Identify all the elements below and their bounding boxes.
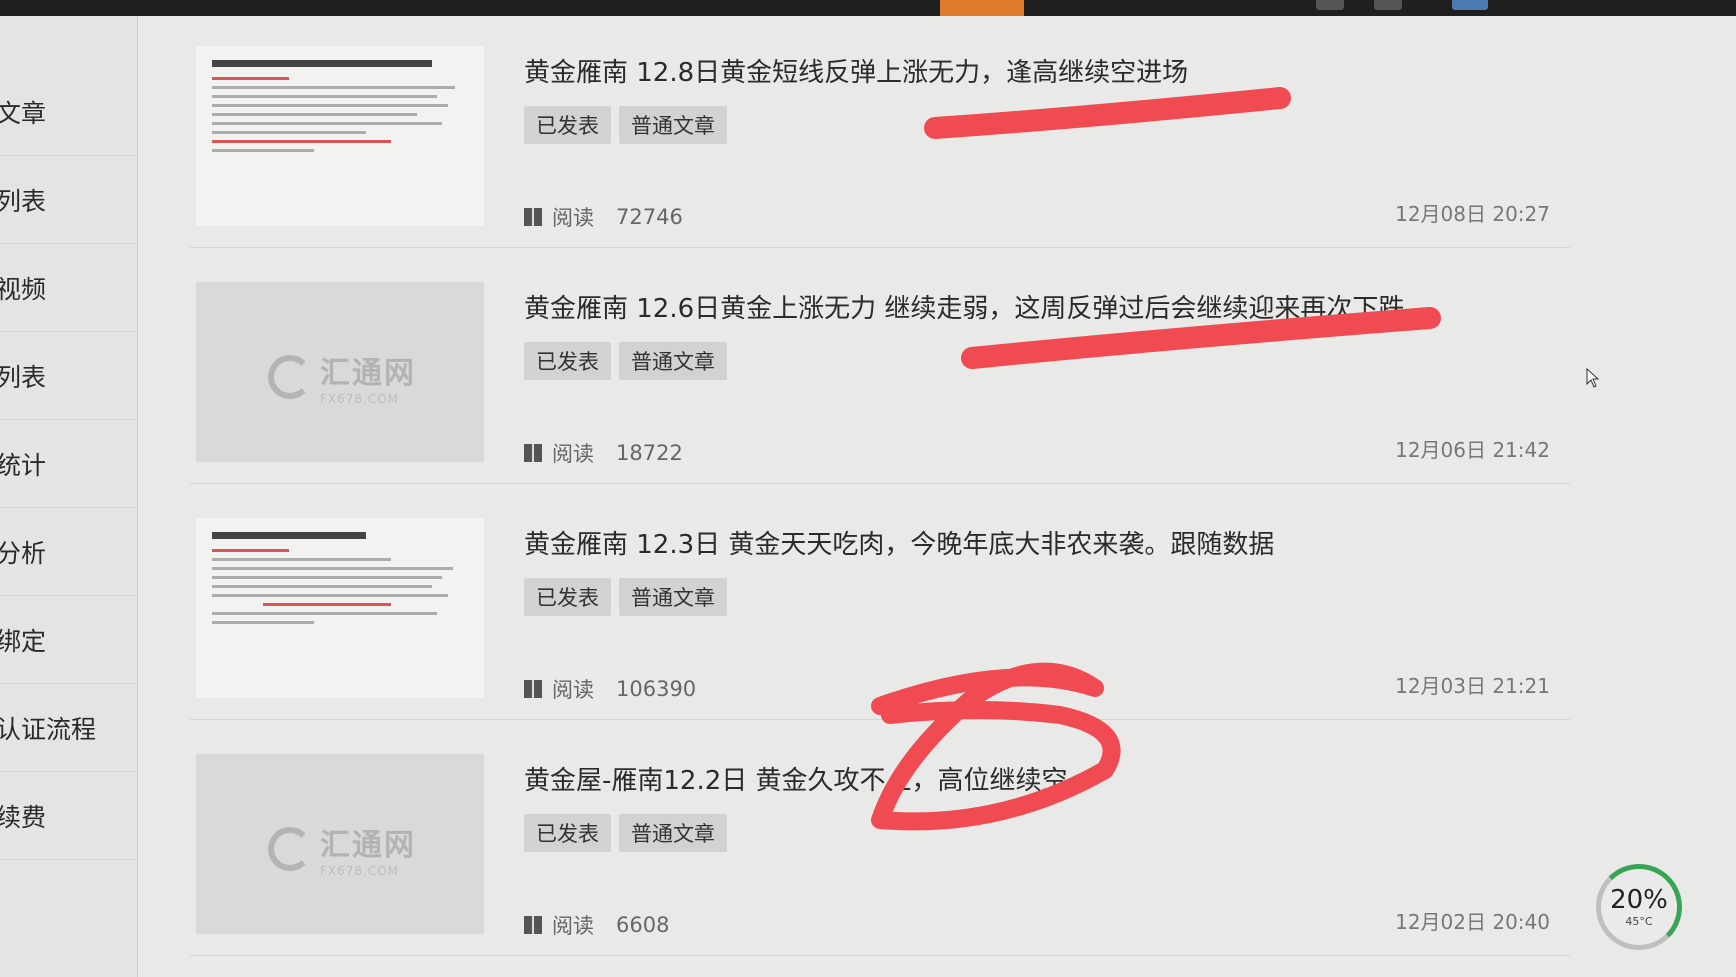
- doc-line: [212, 576, 443, 579]
- doc-line: [212, 549, 289, 552]
- logo-name: 汇通网: [320, 828, 416, 863]
- article-date: 12月02日 20:40: [1395, 910, 1550, 934]
- doc-line: [212, 594, 448, 597]
- view-count: 18722: [616, 441, 683, 465]
- sidebar: 文章 列表 视频 列表 统计 分析 绑定 认证流程 续费: [0, 16, 138, 977]
- logo-domain: FX678.COM: [320, 864, 400, 878]
- doc-line: [212, 122, 443, 125]
- doc-line: [212, 140, 392, 143]
- book-icon: [524, 916, 542, 934]
- status-badge: 已发表: [524, 342, 611, 380]
- sidebar-item-verification[interactable]: 认证流程: [0, 684, 136, 772]
- sidebar-item-analysis[interactable]: 分析: [0, 508, 136, 596]
- article-date: 12月06日 21:42: [1395, 438, 1550, 462]
- article-date: 12月08日 20:27: [1395, 202, 1550, 226]
- temperature: 45°C: [1625, 915, 1653, 928]
- cpu-percent: 20%: [1610, 885, 1668, 915]
- doc-line: [212, 131, 366, 134]
- type-badge: 普通文章: [619, 106, 727, 144]
- top-bar: [0, 0, 1736, 16]
- avatar[interactable]: [1452, 0, 1488, 10]
- logo: 汇通网 FX678.COM: [268, 820, 416, 878]
- doc-line: [212, 621, 315, 624]
- sidebar-item-list[interactable]: 列表: [0, 156, 136, 244]
- article-thumbnail[interactable]: 汇通网 FX678.COM: [196, 754, 484, 934]
- sidebar-item-label: 列表: [0, 362, 47, 392]
- article-title[interactable]: 黄金雁南 12.3日 黄金天天吃肉，今晚年底大非农来袭。跟随数据: [524, 524, 1274, 561]
- sidebar-item-stats[interactable]: 统计: [0, 420, 136, 508]
- type-badge: 普通文章: [619, 578, 727, 616]
- article-title[interactable]: 黄金雁南 12.8日黄金短线反弹上涨无力，逢高继续空进场: [524, 52, 1188, 89]
- book-icon: [524, 208, 542, 226]
- article-title[interactable]: 黄金屋-雁南12.2日 黄金久攻不上，高位继续空: [524, 760, 1068, 797]
- sidebar-item-label: 视频: [0, 274, 47, 304]
- article-date: 12月03日 21:21: [1395, 674, 1550, 698]
- article-row[interactable]: 汇通网 FX678.COM 黄金屋-雁南12.2日 黄金久攻不上，高位继续空 已…: [190, 734, 1570, 956]
- article-row[interactable]: 汇通网 FX678.COM 黄金雁南 12.6日黄金上涨无力 继续走弱，这周反弹…: [190, 262, 1570, 484]
- sidebar-item-binding[interactable]: 绑定: [0, 596, 136, 684]
- sidebar-item-video[interactable]: 视频: [0, 244, 136, 332]
- logo-swirl-icon: [268, 355, 312, 399]
- sidebar-item-renewal[interactable]: 续费: [0, 772, 136, 860]
- article-thumbnail[interactable]: [196, 518, 484, 698]
- status-badge: 已发表: [524, 578, 611, 616]
- read-label: 阅读: [552, 442, 594, 466]
- doc-line: [212, 585, 433, 588]
- sidebar-item-label: 列表: [0, 186, 47, 216]
- view-count: 106390: [616, 677, 697, 701]
- doc-line: [212, 104, 448, 107]
- sidebar-item-label: 绑定: [0, 626, 47, 656]
- logo-swirl-icon: [268, 827, 312, 871]
- article-title[interactable]: 黄金雁南 12.6日黄金上涨无力 继续走弱，这周反弹过后会继续迎来再次下跌: [524, 288, 1404, 325]
- mouse-cursor-icon: [1586, 368, 1600, 388]
- doc-line: [212, 558, 392, 561]
- doc-line: [212, 77, 289, 80]
- read-label: 阅读: [552, 914, 594, 938]
- doc-line: [212, 149, 315, 152]
- doc-title-line: [212, 60, 433, 67]
- view-count: 72746: [616, 205, 683, 229]
- book-icon: [524, 680, 542, 698]
- view-count: 6608: [616, 913, 670, 937]
- doc-line: [212, 567, 453, 570]
- article-list: 黄金雁南 12.8日黄金短线反弹上涨无力，逢高继续空进场 已发表 普通文章 阅读…: [190, 16, 1590, 977]
- logo: 汇通网 FX678.COM: [268, 348, 416, 406]
- sidebar-item-label: 统计: [0, 450, 47, 480]
- toolbar-icon[interactable]: [1316, 0, 1344, 10]
- sidebar-item-label: 文章: [0, 98, 47, 128]
- performance-widget[interactable]: 20% 45°C: [1596, 864, 1682, 950]
- article-row[interactable]: 黄金雁南 12.8日黄金短线反弹上涨无力，逢高继续空进场 已发表 普通文章 阅读…: [190, 26, 1570, 248]
- type-badge: 普通文章: [619, 814, 727, 852]
- article-row[interactable]: 黄金雁南 12.3日 黄金天天吃肉，今晚年底大非农来袭。跟随数据 已发表 普通文…: [190, 498, 1570, 720]
- book-icon: [524, 444, 542, 462]
- doc-title-line: [212, 532, 366, 539]
- sidebar-item-articles[interactable]: 文章: [0, 68, 136, 156]
- doc-line: [212, 612, 438, 615]
- sidebar-item-label: 认证流程: [0, 714, 97, 744]
- top-bar-accent: [940, 0, 1024, 16]
- logo-name: 汇通网: [320, 356, 416, 391]
- logo-domain: FX678.COM: [320, 392, 400, 406]
- article-thumbnail[interactable]: [196, 46, 484, 226]
- type-badge: 普通文章: [619, 342, 727, 380]
- sidebar-item-label: 续费: [0, 802, 47, 832]
- article-thumbnail[interactable]: 汇通网 FX678.COM: [196, 282, 484, 462]
- read-label: 阅读: [552, 206, 594, 230]
- status-badge: 已发表: [524, 106, 611, 144]
- sidebar-item-video-list[interactable]: 列表: [0, 332, 136, 420]
- doc-line: [212, 95, 438, 98]
- doc-line: [212, 86, 456, 89]
- doc-line: [263, 603, 392, 606]
- toolbar-icon[interactable]: [1374, 0, 1402, 10]
- doc-line: [212, 113, 417, 116]
- sidebar-item-label: 分析: [0, 538, 47, 568]
- read-label: 阅读: [552, 678, 594, 702]
- status-badge: 已发表: [524, 814, 611, 852]
